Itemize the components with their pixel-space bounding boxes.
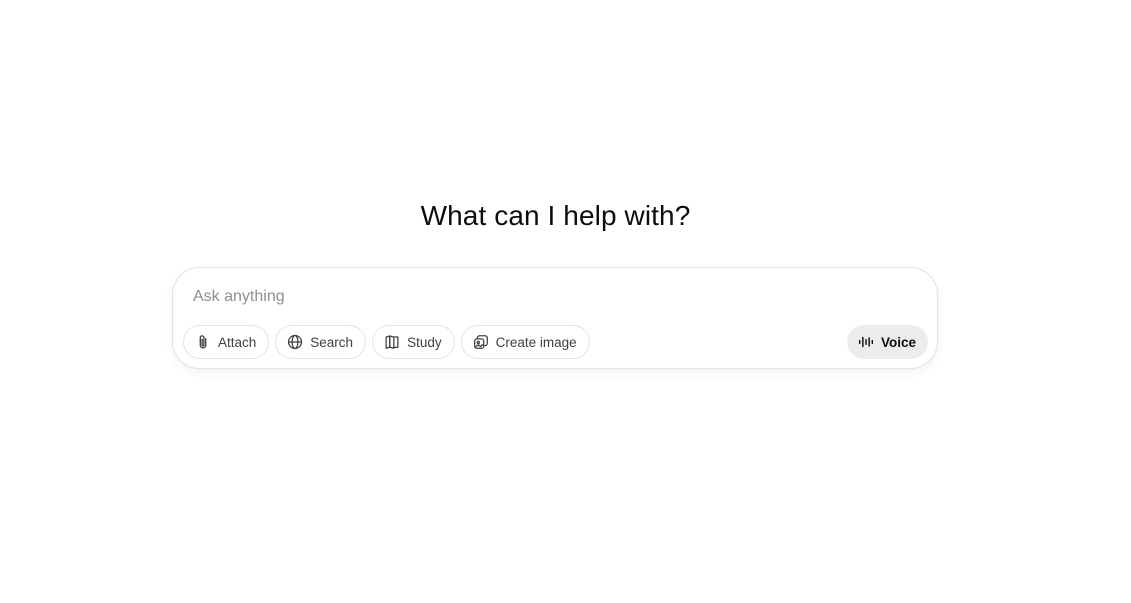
attach-label: Attach: [218, 334, 257, 350]
voice-waveform-icon: [857, 333, 875, 351]
search-button[interactable]: Search: [275, 325, 367, 359]
search-label: Search: [310, 334, 354, 350]
create-image-label: Create image: [495, 334, 577, 350]
chat-home-page: What can I help with? Attach: [0, 0, 1131, 603]
composer-toolbar: Attach Search Study Create image: [183, 325, 590, 359]
book-icon: [383, 333, 401, 351]
create-image-button[interactable]: Create image: [460, 325, 590, 359]
voice-label: Voice: [880, 334, 916, 350]
attach-button[interactable]: Attach: [183, 325, 270, 359]
image-icon: [472, 333, 490, 351]
prompt-input[interactable]: [193, 285, 913, 309]
study-button[interactable]: Study: [372, 325, 455, 359]
paperclip-icon: [194, 333, 212, 351]
globe-icon: [286, 333, 304, 351]
page-title: What can I help with?: [420, 200, 691, 231]
prompt-composer: Attach Search: [172, 267, 938, 369]
study-label: Study: [407, 334, 442, 350]
voice-button[interactable]: Voice: [846, 325, 928, 359]
